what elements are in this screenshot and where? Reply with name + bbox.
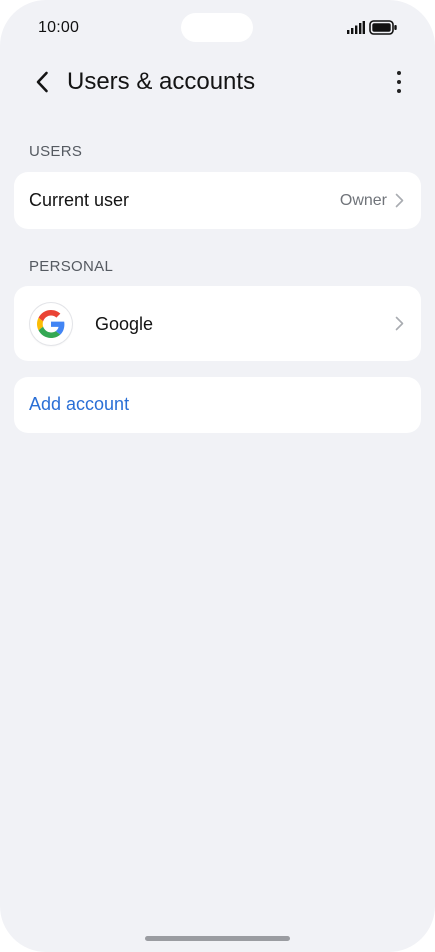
signal-icon [347,21,365,34]
more-vertical-icon [397,71,401,75]
chevron-right-icon [395,316,404,331]
section-label-users: USERS [29,143,83,160]
chevron-right-icon [395,193,404,208]
add-account-label: Add account [29,394,130,414]
google-account-row[interactable]: Google [14,286,421,361]
chevron-left-icon [36,71,48,93]
section-label-personal: PERSONAL [29,258,114,275]
camera-notch [181,13,253,42]
battery-icon [369,20,397,35]
add-account-button[interactable]: Add account [14,377,421,433]
status-time: 10:00 [38,19,80,36]
page-title: Users & accounts [67,68,256,95]
current-user-row[interactable]: Current user Owner [14,172,421,229]
more-options-button[interactable] [386,66,412,98]
google-account-label: Google [95,314,154,334]
google-logo-icon [30,303,72,345]
current-user-label: Current user [29,190,130,210]
home-indicator[interactable] [145,936,290,941]
current-user-value: Owner [339,192,387,209]
phone-screen: 10:00 Users & accounts USERS Current use… [0,0,435,952]
back-button[interactable] [28,66,56,98]
